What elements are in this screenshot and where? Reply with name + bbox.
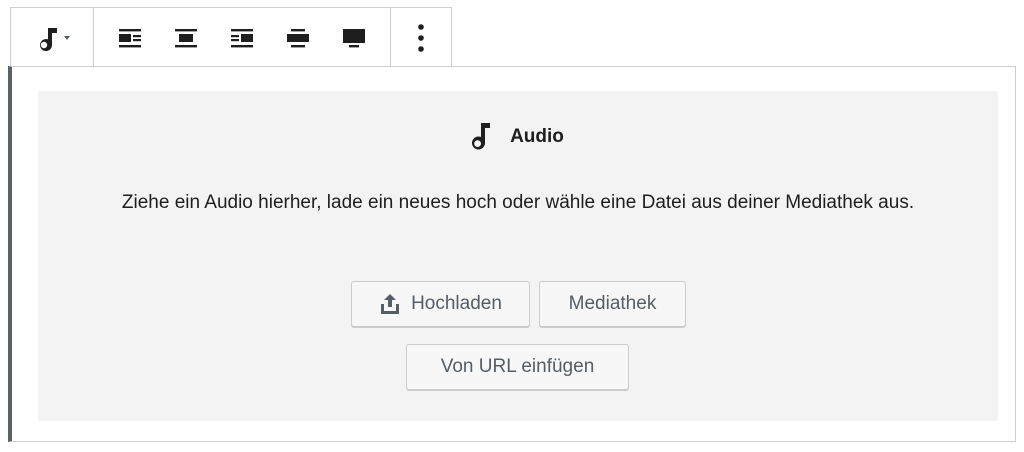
music-note-icon [472, 123, 491, 150]
media-library-button-label: Mediathek [568, 293, 657, 314]
more-options-icon [418, 23, 424, 52]
placeholder-heading: Audio [38, 121, 998, 153]
align-right-button[interactable] [214, 8, 270, 67]
upload-button[interactable]: Hochladen [351, 281, 530, 327]
align-center-button[interactable] [158, 8, 214, 67]
align-wide-button[interactable] [270, 8, 326, 67]
upload-icon [381, 294, 400, 314]
alignment-group [94, 8, 391, 67]
block-switcher-group [11, 8, 94, 67]
media-placeholder: Audio Ziehe ein Audio hierher, lade ein … [38, 91, 998, 421]
align-full-button[interactable] [326, 8, 382, 67]
music-note-icon [40, 27, 70, 51]
block-switcher-button[interactable] [11, 8, 93, 67]
align-right-icon [231, 28, 253, 47]
insert-from-url-button[interactable]: Von URL einfügen [406, 344, 629, 390]
more-options-button[interactable] [391, 8, 451, 67]
align-center-icon [175, 28, 197, 47]
align-full-icon [343, 28, 365, 47]
dropdown-caret-icon [64, 35, 70, 40]
upload-button-label: Hochladen [411, 293, 502, 314]
align-left-icon [119, 28, 141, 47]
media-library-button[interactable]: Mediathek [539, 281, 686, 327]
placeholder-instructions: Ziehe ein Audio hierher, lade ein neues … [121, 192, 915, 213]
insert-from-url-button-label: Von URL einfügen [440, 356, 595, 377]
placeholder-title: Audio [510, 126, 564, 147]
audio-block[interactable]: Audio Ziehe ein Audio hierher, lade ein … [8, 66, 1016, 442]
more-options-group [391, 8, 451, 67]
align-wide-icon [287, 28, 309, 47]
block-toolbar [10, 7, 452, 67]
align-left-button[interactable] [102, 8, 158, 67]
